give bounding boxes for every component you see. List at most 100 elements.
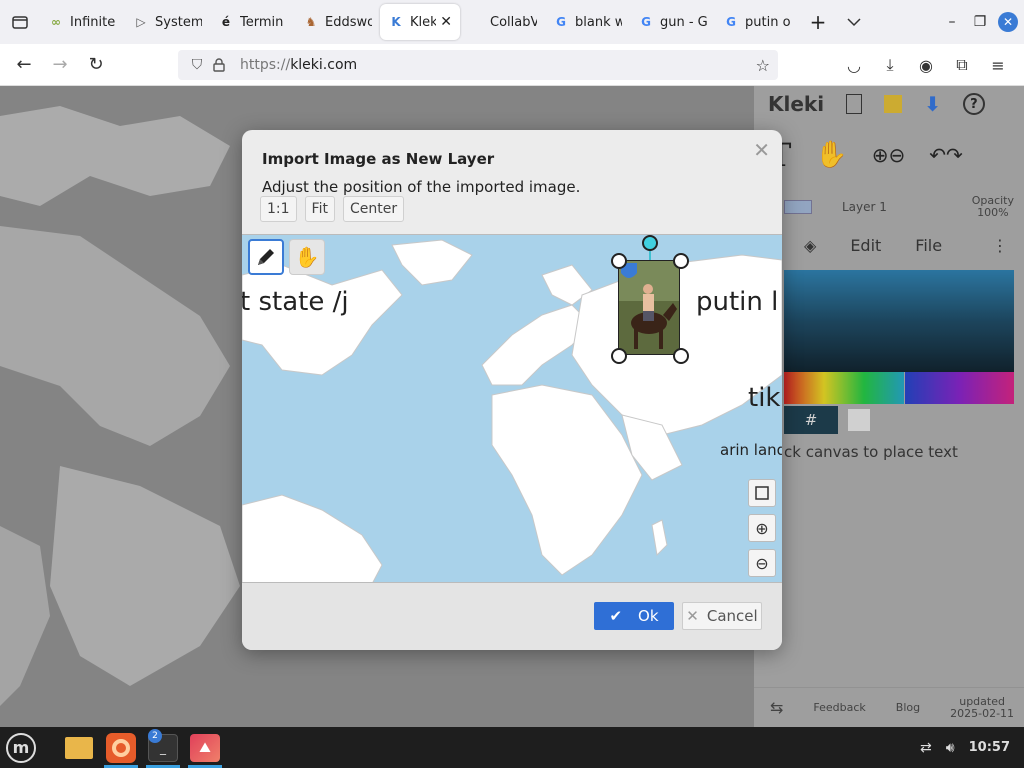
terminal-window-count-badge: 2 bbox=[148, 729, 162, 743]
tab-close-button[interactable]: ✕ bbox=[440, 14, 452, 30]
tab-favicon-icon: G bbox=[556, 15, 566, 29]
system-tray: ⇄ 🔊︎ 10:57 bbox=[920, 727, 1010, 768]
browser-tab[interactable]: ♞ Eddswo bbox=[295, 4, 380, 40]
fit-view-button[interactable] bbox=[748, 479, 776, 507]
url-text[interactable]: https://kleki.com bbox=[240, 57, 357, 73]
browser-tab[interactable]: Gputin o bbox=[715, 4, 800, 40]
toolbar-right: ◡ ⤓ ◉ ⧉ ≡ bbox=[836, 44, 1016, 86]
lock-icon[interactable] bbox=[208, 58, 230, 72]
volume-icon[interactable]: 🔊︎ bbox=[946, 740, 955, 756]
browser-tab-bar: ∞Infinite▷SysteméTermin♞EddswoKKleki✕Col… bbox=[0, 0, 1024, 44]
image-viewer-icon: ⛰ bbox=[190, 733, 220, 762]
window-controls: – ❐ ✕ bbox=[938, 0, 1024, 44]
tab-overview-icon bbox=[12, 16, 28, 29]
browser-tab[interactable]: ∞ Infinite bbox=[40, 4, 125, 40]
tab-favicon-icon: ♞ bbox=[305, 15, 317, 29]
tab-list-button[interactable] bbox=[836, 17, 872, 27]
resize-handle-bottom-left[interactable] bbox=[611, 348, 627, 364]
firefox-app-button[interactable] bbox=[100, 727, 142, 768]
terminal-app-button[interactable]: _ 2 bbox=[142, 727, 184, 768]
firefox-icon bbox=[106, 732, 136, 763]
back-button[interactable]: ← bbox=[6, 47, 42, 83]
mint-logo-icon: m bbox=[6, 732, 36, 763]
preview-text-arin: arin land bbox=[720, 441, 782, 459]
zoom-out-icon: ⊖ bbox=[755, 553, 769, 573]
fit-button[interactable]: Fit bbox=[304, 196, 335, 222]
navigation-bar: ← → ↻ ⛉ https://kleki.com ☆ ◡ ⤓ ◉ ⧉ ≡ bbox=[0, 44, 1024, 86]
imported-image[interactable] bbox=[618, 260, 680, 355]
resize-handle-top-left[interactable] bbox=[611, 253, 627, 269]
preview-text-state: t state /j bbox=[242, 287, 349, 317]
browser-tab[interactable]: Gblank w bbox=[545, 4, 630, 40]
kleki-page: Kleki ⬇ ? T ✋ ⊕⊖ ↶↷ Layer 1 Opacity100% … bbox=[0, 86, 1024, 727]
files-app-button[interactable] bbox=[58, 727, 100, 768]
tab-label: Termin bbox=[240, 14, 284, 30]
dialog-title: Import Image as New Layer bbox=[262, 150, 495, 168]
check-icon: ✔ bbox=[609, 607, 623, 625]
one-to-one-button[interactable]: 1:1 bbox=[260, 196, 297, 222]
account-icon[interactable]: ◉ bbox=[908, 56, 944, 75]
menu-icon[interactable]: ≡ bbox=[980, 56, 1016, 75]
tab-favicon-icon: G bbox=[641, 15, 651, 29]
tab-favicon-icon: G bbox=[726, 15, 736, 29]
bookmark-star-icon[interactable]: ☆ bbox=[756, 56, 770, 75]
browser-tab[interactable]: é Termin bbox=[210, 4, 295, 40]
rotation-handle[interactable] bbox=[642, 235, 658, 251]
forward-button[interactable]: → bbox=[42, 47, 78, 83]
square-icon bbox=[755, 486, 769, 500]
resize-handle-top-right[interactable] bbox=[673, 253, 689, 269]
image-viewer-app-button[interactable]: ⛰ bbox=[184, 727, 226, 768]
mint-menu-button[interactable]: m bbox=[0, 727, 42, 768]
pencil-icon bbox=[258, 249, 274, 265]
resize-handle-bottom-right[interactable] bbox=[673, 348, 689, 364]
dialog-footer: ✔ Ok ✕ Cancel bbox=[242, 583, 782, 650]
clock[interactable]: 10:57 bbox=[969, 740, 1010, 755]
tab-favicon-icon: é bbox=[221, 15, 231, 29]
tab-favicon-icon: K bbox=[391, 15, 401, 29]
minimize-button[interactable]: – bbox=[938, 14, 966, 30]
zoom-in-button[interactable]: ⊕ bbox=[748, 514, 776, 542]
cancel-button[interactable]: ✕ Cancel bbox=[682, 602, 762, 630]
import-image-dialog: ✕ Import Image as New Layer Adjust the p… bbox=[242, 130, 782, 650]
ok-button[interactable]: ✔ Ok bbox=[594, 602, 674, 630]
center-button[interactable]: Center bbox=[342, 196, 405, 222]
reload-button[interactable]: ↻ bbox=[78, 47, 114, 83]
pen-tool-button[interactable] bbox=[248, 239, 284, 275]
tab-label: blank w bbox=[575, 14, 622, 30]
dialog-close-button[interactable]: ✕ bbox=[753, 138, 770, 162]
network-icon[interactable]: ⇄ bbox=[920, 740, 932, 756]
downloads-icon[interactable]: ⤓ bbox=[872, 55, 908, 75]
url-bar[interactable]: ⛉ https://kleki.com ☆ bbox=[178, 50, 778, 80]
tab-favicon-icon bbox=[468, 14, 484, 30]
new-tab-button[interactable]: + bbox=[800, 10, 836, 34]
zoom-in-icon: ⊕ bbox=[755, 518, 769, 538]
zoom-out-button[interactable]: ⊖ bbox=[748, 549, 776, 577]
browser-tab[interactable]: K Kleki✕ bbox=[380, 4, 460, 40]
shield-icon[interactable]: ⛉ bbox=[186, 57, 208, 73]
browser-tab[interactable]: Ggun - G bbox=[630, 4, 715, 40]
tab-label: Infinite bbox=[70, 14, 116, 30]
tab-label: Kleki bbox=[410, 14, 437, 30]
preview-text-putin: putin l bbox=[696, 287, 779, 317]
extensions-icon[interactable]: ⧉ bbox=[944, 55, 980, 75]
tab-label: System bbox=[155, 14, 202, 30]
dialog-position-buttons: 1:1 Fit Center bbox=[260, 196, 405, 222]
tab-label: gun - G bbox=[660, 14, 707, 30]
tab-overview-button[interactable] bbox=[0, 0, 40, 44]
hand-tool-button[interactable]: ✋ bbox=[289, 239, 325, 275]
tab-favicon-icon: ∞ bbox=[51, 15, 61, 29]
tab-label: Eddswo bbox=[325, 14, 372, 30]
close-window-button[interactable]: ✕ bbox=[998, 12, 1018, 32]
x-icon: ✕ bbox=[686, 607, 699, 625]
pocket-icon[interactable]: ◡ bbox=[836, 56, 872, 75]
browser-tab[interactable]: CollabVM C bbox=[460, 4, 545, 40]
import-preview-canvas[interactable]: t state /j putin l tik arin land ✋ ⊕ ⊖ bbox=[242, 234, 782, 583]
os-taskbar: m _ 2 ⛰ ⇄ 🔊︎ 10:57 bbox=[0, 727, 1024, 768]
browser-tab[interactable]: ▷ System bbox=[125, 4, 210, 40]
hand-icon: ✋ bbox=[294, 245, 320, 269]
folder-icon bbox=[65, 736, 93, 759]
maximize-button[interactable]: ❐ bbox=[966, 14, 994, 30]
chevron-down-icon bbox=[847, 18, 861, 27]
tab-label: putin o bbox=[745, 14, 791, 30]
preview-text-tik: tik bbox=[748, 383, 781, 413]
